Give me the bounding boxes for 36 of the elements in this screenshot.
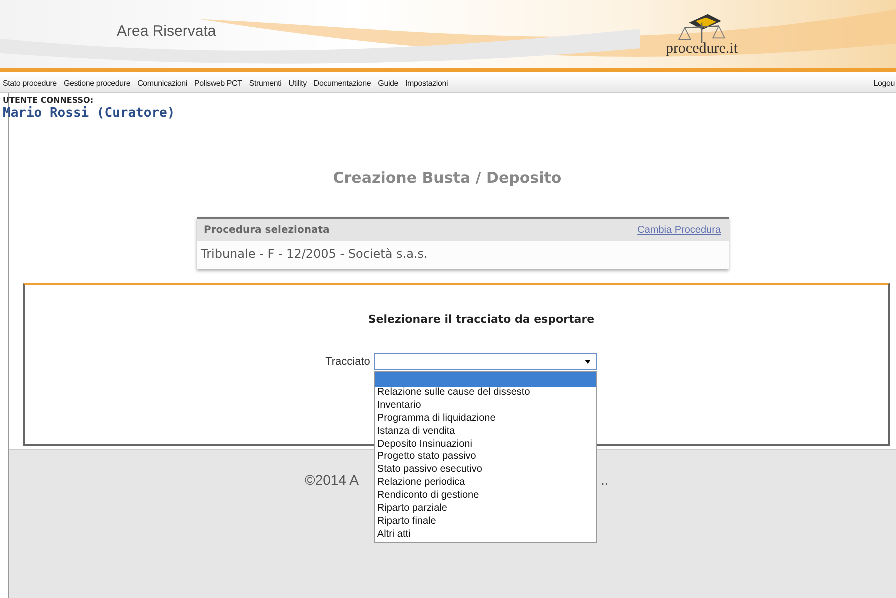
dropdown-option[interactable]: Deposito Insinuazioni bbox=[375, 438, 596, 452]
caret-icon bbox=[585, 360, 592, 364]
dropdown-option[interactable]: Riparto parziale bbox=[375, 503, 596, 516]
footer-text-tail: .. bbox=[601, 472, 609, 488]
form-heading: Selezionare il tracciato da esportare bbox=[368, 313, 595, 326]
dropdown-option[interactable]: Relazione sulle cause del dissesto bbox=[375, 387, 596, 400]
tracciato-dropdown[interactable] bbox=[374, 353, 598, 370]
nav-link[interactable]: Documentazione bbox=[314, 78, 372, 88]
dropdown-option[interactable]: Altri atti bbox=[375, 528, 596, 542]
nav-link[interactable]: Guide bbox=[378, 78, 399, 88]
logout-link[interactable]: Logou bbox=[874, 78, 895, 88]
dropdown-option[interactable]: Programma di liquidazione bbox=[375, 412, 596, 426]
user-label: UTENTE CONNESSO: bbox=[3, 96, 95, 105]
page-title: Creazione Busta / Deposito bbox=[332, 169, 563, 187]
nav-link[interactable]: Comunicazioni bbox=[138, 78, 188, 88]
dropdown-option[interactable]: Stato passivo esecutivo bbox=[375, 464, 596, 478]
dropdown-option[interactable]: Progetto stato passivo bbox=[375, 451, 596, 464]
field-label: Tracciato bbox=[326, 356, 370, 368]
dropdown-option[interactable]: Riparto finale bbox=[375, 516, 596, 529]
header-title: Area Riservata bbox=[117, 22, 216, 40]
dropdown-option[interactable]: Relazione periodica bbox=[375, 477, 596, 490]
dropdown-option[interactable]: Inventario bbox=[375, 400, 596, 413]
nav-link[interactable]: Polisweb PCT bbox=[194, 78, 242, 88]
nav-link[interactable]: Stato procedure bbox=[3, 78, 57, 88]
change-procedure-link[interactable]: Cambia Procedura bbox=[638, 224, 721, 236]
nav-link[interactable]: Impostazioni bbox=[406, 78, 448, 88]
dropdown-option[interactable]: Rendiconto di gestione bbox=[375, 490, 596, 504]
copyright-text: ©2014 A bbox=[305, 472, 359, 488]
procedure-value: Tribunale - F - 12/2005 - Società s.a.s. bbox=[200, 246, 429, 263]
nav-link[interactable]: Utility bbox=[288, 78, 307, 88]
nav-link[interactable]: Gestione procedure bbox=[64, 78, 131, 88]
nav-link[interactable]: Strumenti bbox=[249, 78, 282, 88]
logo-text: procedure.it bbox=[666, 40, 738, 58]
panel-heading: Procedura selezionata bbox=[204, 224, 330, 236]
user-name: Mario Rossi (Curatore) bbox=[3, 106, 176, 121]
dropdown-option[interactable]: Istanza di vendita bbox=[375, 426, 596, 439]
